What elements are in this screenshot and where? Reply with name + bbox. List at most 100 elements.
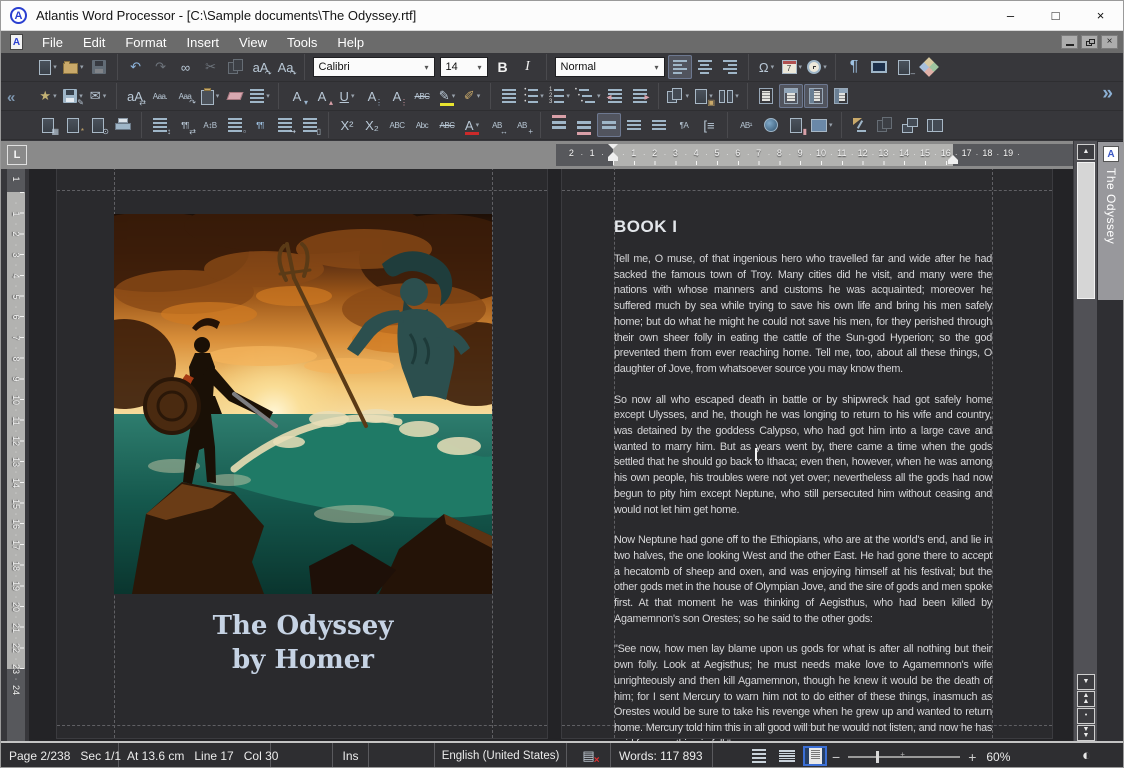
paragraph[interactable]: "See now, how men lay blame upon us gods… [614,642,992,741]
menu-view[interactable]: View [229,35,277,50]
space-before-icon[interactable] [547,113,571,137]
view-draft-button[interactable] [747,746,771,766]
print-preview-icon[interactable]: ⊙ [86,113,110,137]
chevron-down-icon[interactable]: ▾ [473,63,487,72]
view-frames-icon[interactable] [829,84,853,108]
view-web-button[interactable] [775,746,799,766]
italic-icon[interactable]: I [516,55,540,79]
menu-tools[interactable]: Tools [277,35,327,50]
decrease-indent-icon[interactable]: ◂ [603,84,627,108]
expand-toolbars-button[interactable]: » [1102,83,1113,105]
style-combo[interactable]: Normal▾ [555,57,665,77]
menu-insert[interactable]: Insert [177,35,230,50]
erase-formatting-icon[interactable] [223,84,247,108]
save-document-icon[interactable] [87,55,111,79]
next-page-button[interactable]: ▼▼ [1077,725,1095,741]
view-print-layout-button[interactable] [803,746,827,766]
view-online-icon[interactable] [804,84,828,108]
redo-icon[interactable]: ↷ [149,55,173,79]
maximize-button[interactable]: □ [1033,1,1078,30]
quick-save-icon[interactable]: ✎▾ [61,84,85,108]
vertical-scrollbar[interactable]: ▲ ▼ ▲▲ • ▼▼ [1073,141,1097,741]
numbered-list-icon[interactable]: 123▾ [547,84,572,108]
change-case-title-icon[interactable]: Aaa↷ [173,84,197,108]
font-name-combo[interactable]: Calibri▾ [313,57,435,77]
hyperlink-icon[interactable] [759,113,783,137]
minimize-button[interactable]: – [988,1,1033,30]
text-highlight-icon[interactable]: ✎▾ [435,84,459,108]
browse-object-button[interactable]: • [1077,708,1095,724]
bold-icon[interactable]: B [491,55,515,79]
cover-title[interactable]: The Odyssey by Homer [114,609,492,677]
merge-paragraphs-icon[interactable]: ¶¶ [248,113,272,137]
save-block-icon[interactable]: ▫ [223,113,247,137]
zoom-out-button[interactable]: − [832,749,840,765]
change-case-lower-icon[interactable]: Aa↷ [274,55,298,79]
cover-image[interactable] [114,214,492,594]
open-document-icon[interactable]: ▾ [61,55,86,79]
status-spellcheck[interactable]: ▤× [567,743,611,768]
swap-paragraphs-icon[interactable]: ¶¶⇄ [173,113,197,137]
mdi-close-button[interactable]: × [1101,35,1118,49]
mail-merge-icon[interactable]: ▦ [36,113,60,137]
save-lines-icon[interactable]: ▯ [298,113,322,137]
cut-icon[interactable]: ✂ [199,55,223,79]
find-icon[interactable]: ∞ [174,55,198,79]
sort-paragraphs-icon[interactable]: ↕ [148,113,172,137]
print-icon[interactable] [111,113,135,137]
font-color-icon[interactable]: A▾ [460,113,484,137]
line-spacing-single-icon[interactable] [597,113,621,137]
menu-help[interactable]: Help [327,35,374,50]
drop-cap-icon[interactable]: ¶A [672,113,696,137]
superscript-icon[interactable]: X² [335,113,359,137]
status-language[interactable]: English (United States) [435,743,567,768]
document-options-icon[interactable]: * [61,113,85,137]
status-insert-mode[interactable]: Ins [333,743,369,768]
theme-toggle-button[interactable]: ◐ [1082,747,1091,764]
mdi-restore-button[interactable] [1081,35,1098,49]
format-painter-icon[interactable]: ✐▾ [460,84,484,108]
underline-icon[interactable]: U▾ [335,84,359,108]
previous-page-button[interactable]: ▲▲ [1077,691,1095,707]
space-after-icon[interactable] [572,113,596,137]
paragraph[interactable]: Now Neptune had gone off to the Ethiopia… [614,533,992,627]
first-line-indent-marker[interactable] [606,144,620,161]
scroll-up-button[interactable]: ▲ [1077,144,1095,160]
all-caps-icon[interactable]: ABC [385,113,409,137]
send-mail-icon[interactable]: ✉▾ [86,84,110,108]
split-window-icon[interactable] [923,113,947,137]
body-text[interactable]: BOOK I Tell me, O muse, of that ingeniou… [614,217,992,741]
shrink-font-icon[interactable]: A▾ [285,84,309,108]
font-size-combo[interactable]: 14▾ [440,57,488,77]
align-left-icon[interactable] [668,55,692,79]
change-case-sentence-icon[interactable]: Aaa. [148,84,172,108]
collapse-toolbars-button[interactable]: « [7,89,15,106]
subscript-icon[interactable]: X₂ [360,113,384,137]
zoom-slider-thumb[interactable] [876,751,879,763]
outline-list-icon[interactable]: •••▾ [573,84,603,108]
new-document-icon[interactable]: ▾ [36,55,60,79]
move-lines-icon[interactable]: ↪ [273,113,297,137]
paragraph[interactable]: So now all who escaped death in battle o… [614,393,992,519]
navigation-map-icon[interactable] [917,55,941,79]
chevron-down-icon[interactable]: ▾ [650,63,664,72]
background-menu-icon[interactable]: ▾ [248,84,272,108]
zoom-in-button[interactable]: + [968,749,976,765]
right-indent-marker[interactable] [946,152,960,164]
find-replace-icon[interactable]: aA⇄ [123,84,147,108]
formatting-marks-icon[interactable]: ¶ [842,55,866,79]
menu-format[interactable]: Format [115,35,176,50]
line-spacing-double-icon[interactable] [647,113,671,137]
small-caps-icon[interactable]: Abc [410,113,434,137]
tab-stop-selector[interactable]: L [7,145,27,165]
undo-icon[interactable]: ↶ [124,55,148,79]
align-right-icon[interactable] [718,55,742,79]
strike-small-icon[interactable]: ABC [410,84,434,108]
favorites-icon[interactable]: ★▾ [36,84,60,108]
align-ab-icon[interactable]: A↕B [198,113,222,137]
justify-icon[interactable] [497,84,521,108]
paragraph[interactable]: Tell me, O muse, of that ingenious hero … [614,252,992,378]
footnote-icon[interactable]: AB¹ [734,113,758,137]
scroll-down-button[interactable]: ▼ [1077,674,1095,690]
insert-picture-icon[interactable]: ▣▾ [692,84,716,108]
